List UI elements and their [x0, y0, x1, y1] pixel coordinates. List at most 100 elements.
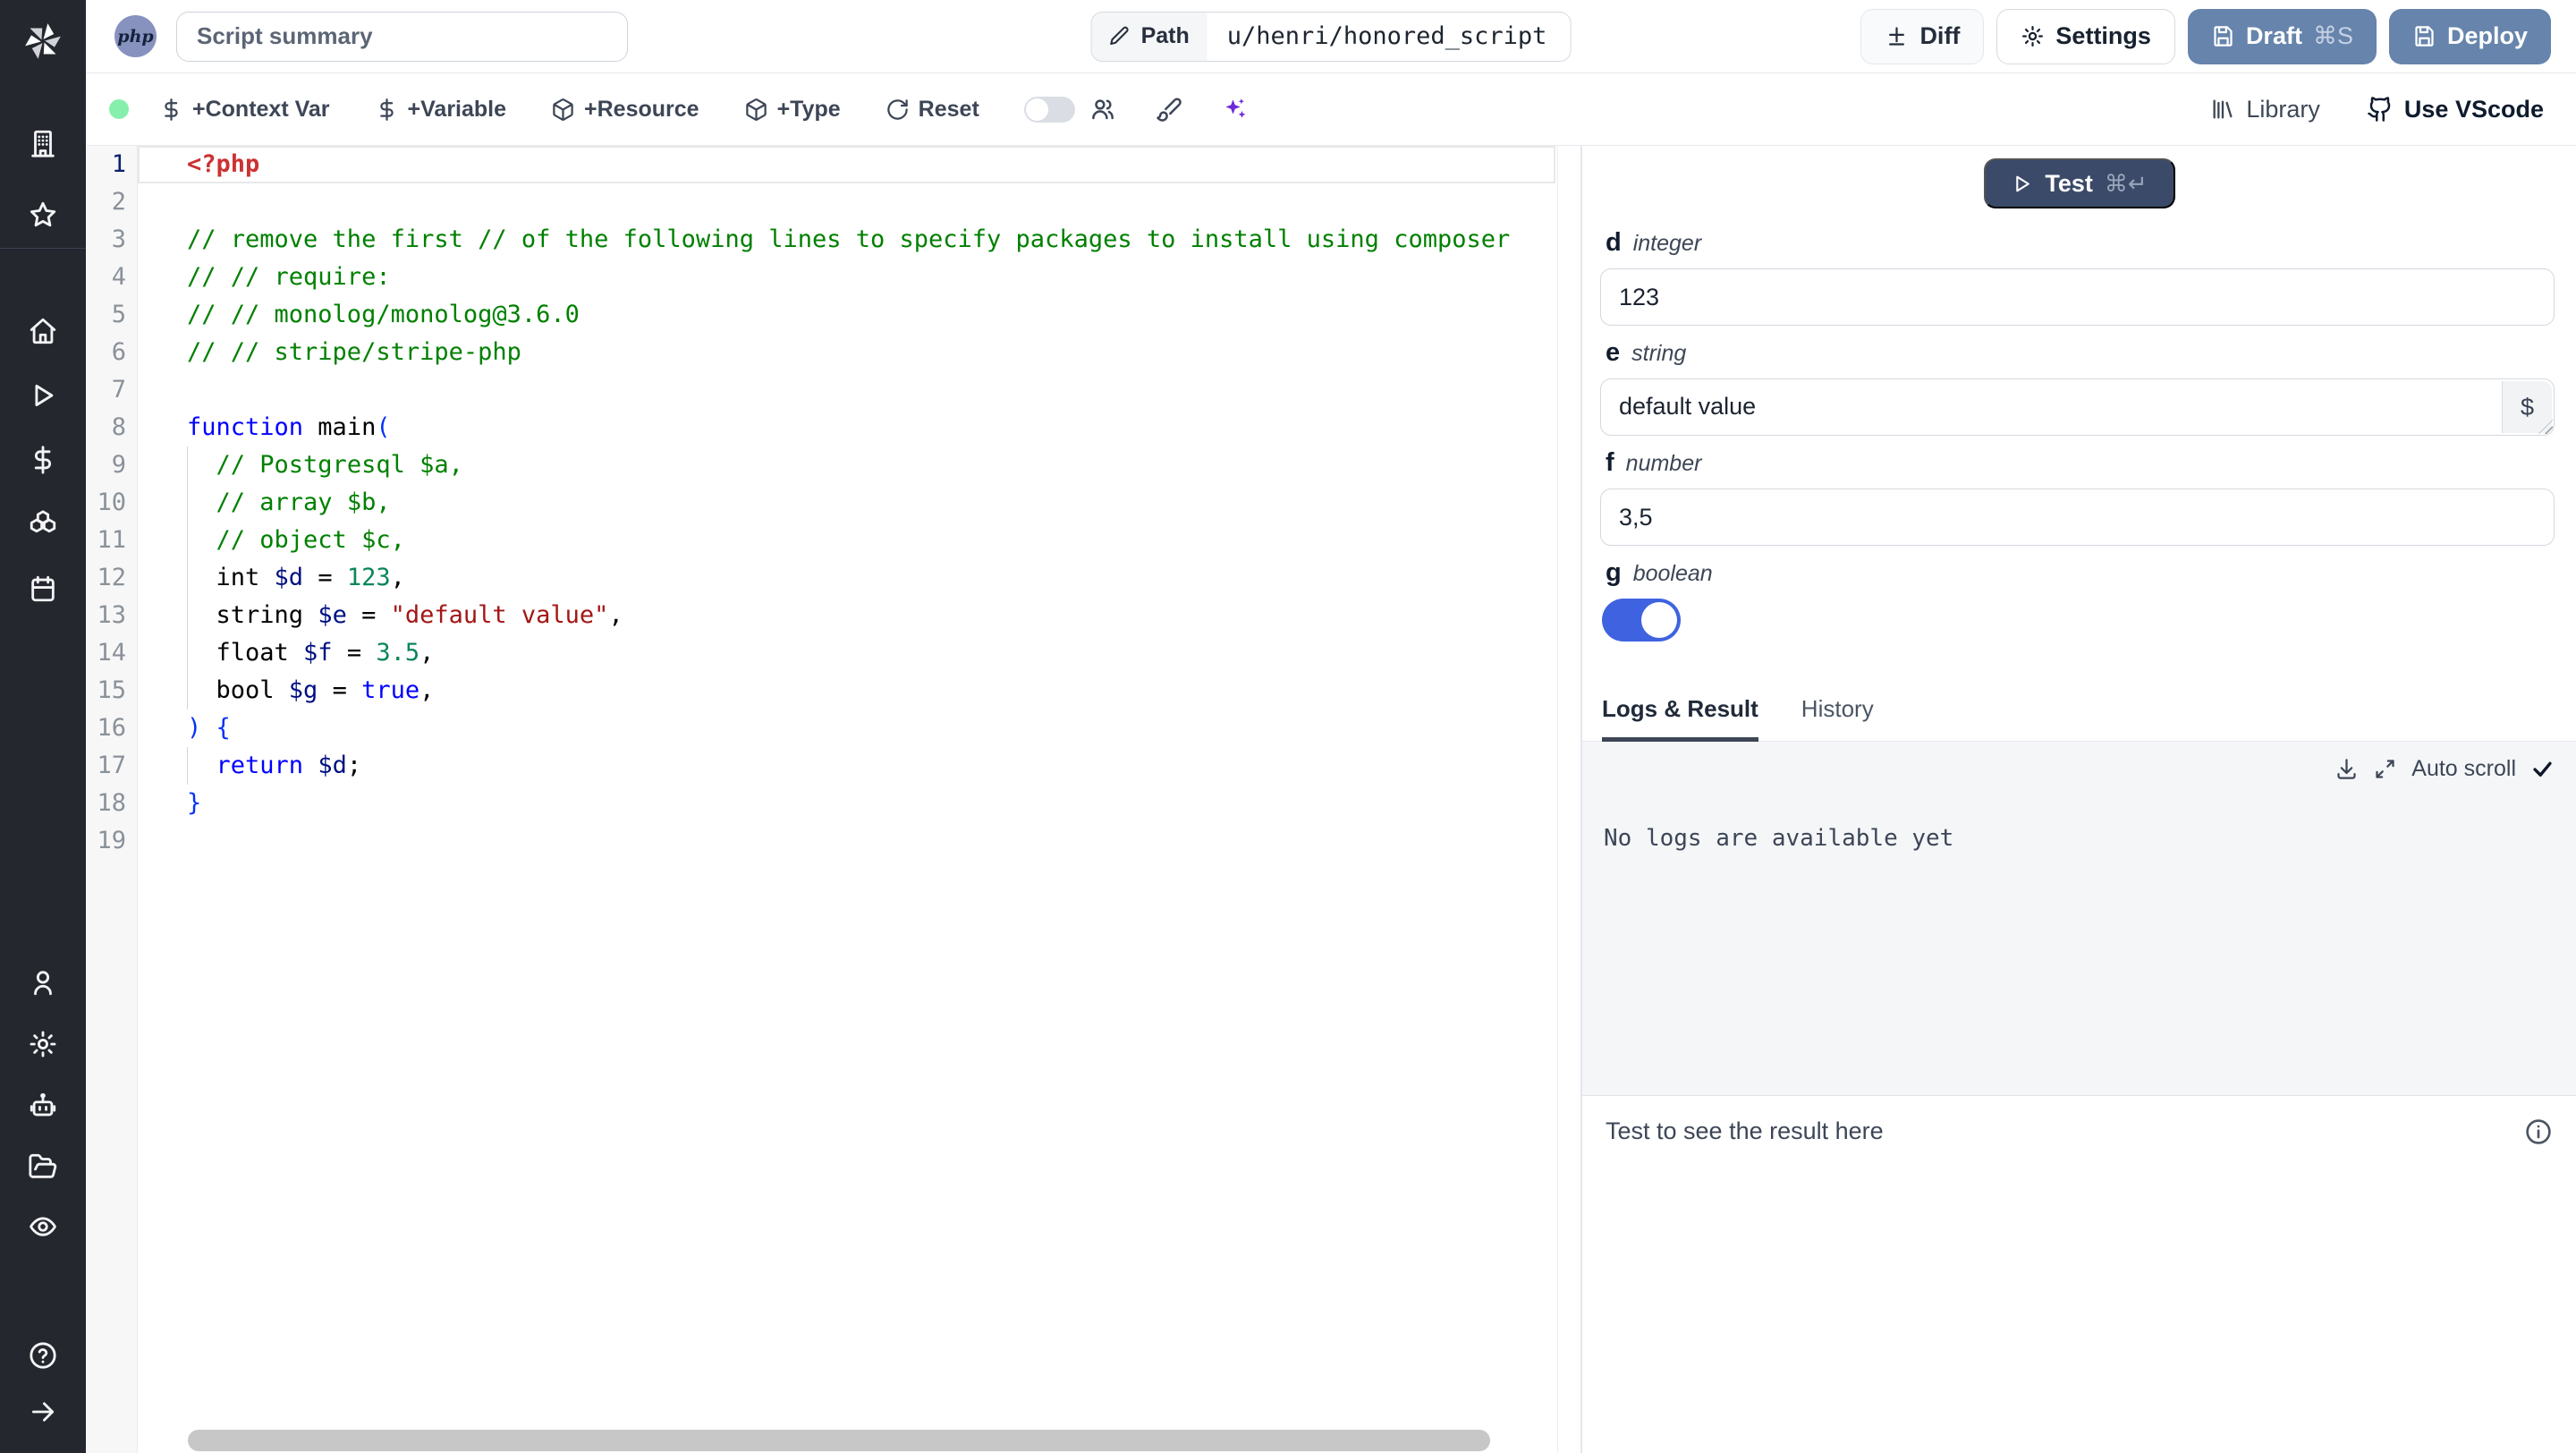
- script-summary-input[interactable]: [176, 11, 628, 62]
- schedules-calendar-icon[interactable]: [28, 574, 58, 604]
- code-line[interactable]: 14 float $f = 3.5,: [86, 634, 1580, 672]
- play-icon: [2016, 175, 2030, 191]
- diff-button[interactable]: Diff: [1860, 8, 1985, 64]
- code-line[interactable]: 6 // // stripe/stripe-php: [86, 334, 1580, 371]
- reset-button[interactable]: Reset: [886, 97, 979, 123]
- workspace-icon[interactable]: [28, 128, 58, 158]
- resources-boxes-icon[interactable]: [28, 509, 58, 540]
- draft-button[interactable]: Draft ⌘S: [2187, 8, 2377, 64]
- code-line[interactable]: 12 int $d = 123,: [86, 559, 1580, 597]
- code-line[interactable]: 9 // Postgresql $a,: [86, 446, 1580, 484]
- multiplayer-toggle[interactable]: [1023, 96, 1075, 123]
- code-token: 123: [346, 564, 391, 591]
- add-type-label: +Type: [776, 96, 841, 122]
- add-resource-button[interactable]: +Resource: [551, 97, 699, 123]
- logs-controls: Auto scroll: [1604, 756, 2555, 782]
- code-token: string: [187, 601, 318, 629]
- expand-logs-icon[interactable]: [2373, 757, 2397, 781]
- code-line[interactable]: 1 <?php: [86, 146, 1580, 183]
- path-value: u/henri/honored_script: [1207, 12, 1571, 61]
- code-editor[interactable]: 1 <?php 2 3 // remove the first // of the fo…: [86, 146, 1580, 1453]
- auto-scroll-check-icon[interactable]: [2530, 757, 2555, 781]
- package-icon: [745, 98, 767, 121]
- code-line[interactable]: 18}: [86, 785, 1580, 822]
- field-d-input[interactable]: [1600, 268, 2555, 326]
- code-token: $d: [318, 752, 347, 779]
- windmill-script-editor: php Path u/henri/honored_script Diff Set…: [0, 0, 2576, 1453]
- variables-dollar-icon[interactable]: [28, 445, 58, 475]
- code-token: bool: [187, 676, 289, 704]
- code-line[interactable]: 4 // // require:: [86, 259, 1580, 296]
- settings-gear-icon[interactable]: [28, 1029, 58, 1059]
- code-line-content: <?php: [138, 146, 1555, 183]
- home-icon[interactable]: [28, 316, 58, 346]
- field-e-textarea[interactable]: default value: [1600, 378, 2555, 436]
- ai-sparkles-icon[interactable]: [1222, 96, 1249, 123]
- test-button[interactable]: Test ⌘↵: [1983, 158, 2175, 208]
- logs-empty-message: No logs are available yet: [1604, 825, 1954, 852]
- workers-robot-icon[interactable]: [28, 1091, 58, 1121]
- account-user-icon[interactable]: [28, 967, 58, 998]
- code-token: =: [318, 676, 362, 704]
- add-context-var-button[interactable]: +Context Var: [159, 97, 330, 123]
- editor-toolbar: +Context Var +Variable +Resource +Type R…: [86, 73, 2576, 146]
- tab-history[interactable]: History: [1801, 695, 1874, 742]
- tab-logs-result[interactable]: Logs & Result: [1602, 695, 1758, 742]
- code-token: $f: [303, 639, 333, 667]
- insert-variable-button[interactable]: $: [2502, 381, 2552, 433]
- format-brush-icon[interactable]: [1156, 96, 1182, 123]
- horizontal-scrollbar-thumb[interactable]: [188, 1430, 1490, 1451]
- add-variable-button[interactable]: +Variable: [375, 96, 507, 123]
- help-icon[interactable]: [28, 1340, 58, 1371]
- download-logs-icon[interactable]: [2334, 757, 2359, 781]
- library-button[interactable]: Library: [2210, 96, 2320, 123]
- use-vscode-button[interactable]: Use VScode: [2367, 96, 2544, 123]
- code-line[interactable]: 3 // remove the first // of the following…: [86, 221, 1580, 259]
- code-line[interactable]: 17 return $d;: [86, 747, 1580, 785]
- code-line[interactable]: 15 bool $g = true,: [86, 672, 1580, 710]
- code-line[interactable]: 8 function main(: [86, 409, 1580, 446]
- auto-scroll-label: Auto scroll: [2411, 756, 2516, 781]
- deploy-label: Deploy: [2446, 22, 2528, 49]
- code-token: // remove the first // of the following …: [187, 225, 1511, 253]
- line-number: 12: [97, 564, 126, 591]
- settings-button[interactable]: Settings: [1996, 8, 2175, 64]
- test-shortcut: ⌘↵: [2104, 169, 2148, 197]
- code-token: "default value": [390, 601, 609, 629]
- result-panel: Test to see the result here: [1582, 1096, 2576, 1453]
- code-line[interactable]: 13 string $e = "default value",: [86, 597, 1580, 634]
- path-label-group: Path: [1091, 12, 1208, 61]
- code-token: // Postgresql $a,: [216, 451, 463, 479]
- status-dot: [109, 99, 129, 119]
- github-icon: [2368, 97, 2391, 122]
- library-label: Library: [2246, 95, 2320, 123]
- code-line[interactable]: 16) {: [86, 710, 1580, 747]
- script-path-field[interactable]: Path u/henri/honored_script: [1090, 11, 1572, 62]
- runs-play-icon[interactable]: [28, 380, 58, 411]
- code-line[interactable]: 11 // object $c,: [86, 522, 1580, 559]
- folders-icon[interactable]: [28, 1151, 58, 1182]
- info-icon[interactable]: [2524, 1117, 2553, 1146]
- favorites-star-icon[interactable]: [28, 200, 58, 230]
- code-line[interactable]: 10 // array $b,: [86, 484, 1580, 522]
- code-line[interactable]: 19: [86, 822, 1580, 860]
- code-line[interactable]: 2: [86, 183, 1580, 221]
- code-line[interactable]: 7: [86, 371, 1580, 409]
- save-icon: [2415, 26, 2434, 47]
- field-g-toggle[interactable]: [1602, 599, 1681, 642]
- field-f-input[interactable]: [1600, 489, 2555, 546]
- code-line-content: [138, 822, 1555, 860]
- test-label: Test: [2045, 169, 2093, 197]
- add-variable-label: +Variable: [407, 96, 507, 122]
- code-line[interactable]: 5 // // monolog/monolog@3.6.0: [86, 296, 1580, 334]
- windmill-logo-icon[interactable]: [20, 18, 66, 64]
- expand-sidebar-arrow-icon[interactable]: [28, 1397, 58, 1427]
- code-line-content: [138, 183, 1555, 221]
- audit-eye-icon[interactable]: [28, 1211, 58, 1242]
- add-type-button[interactable]: +Type: [744, 97, 841, 123]
- deploy-button[interactable]: Deploy: [2388, 8, 2551, 64]
